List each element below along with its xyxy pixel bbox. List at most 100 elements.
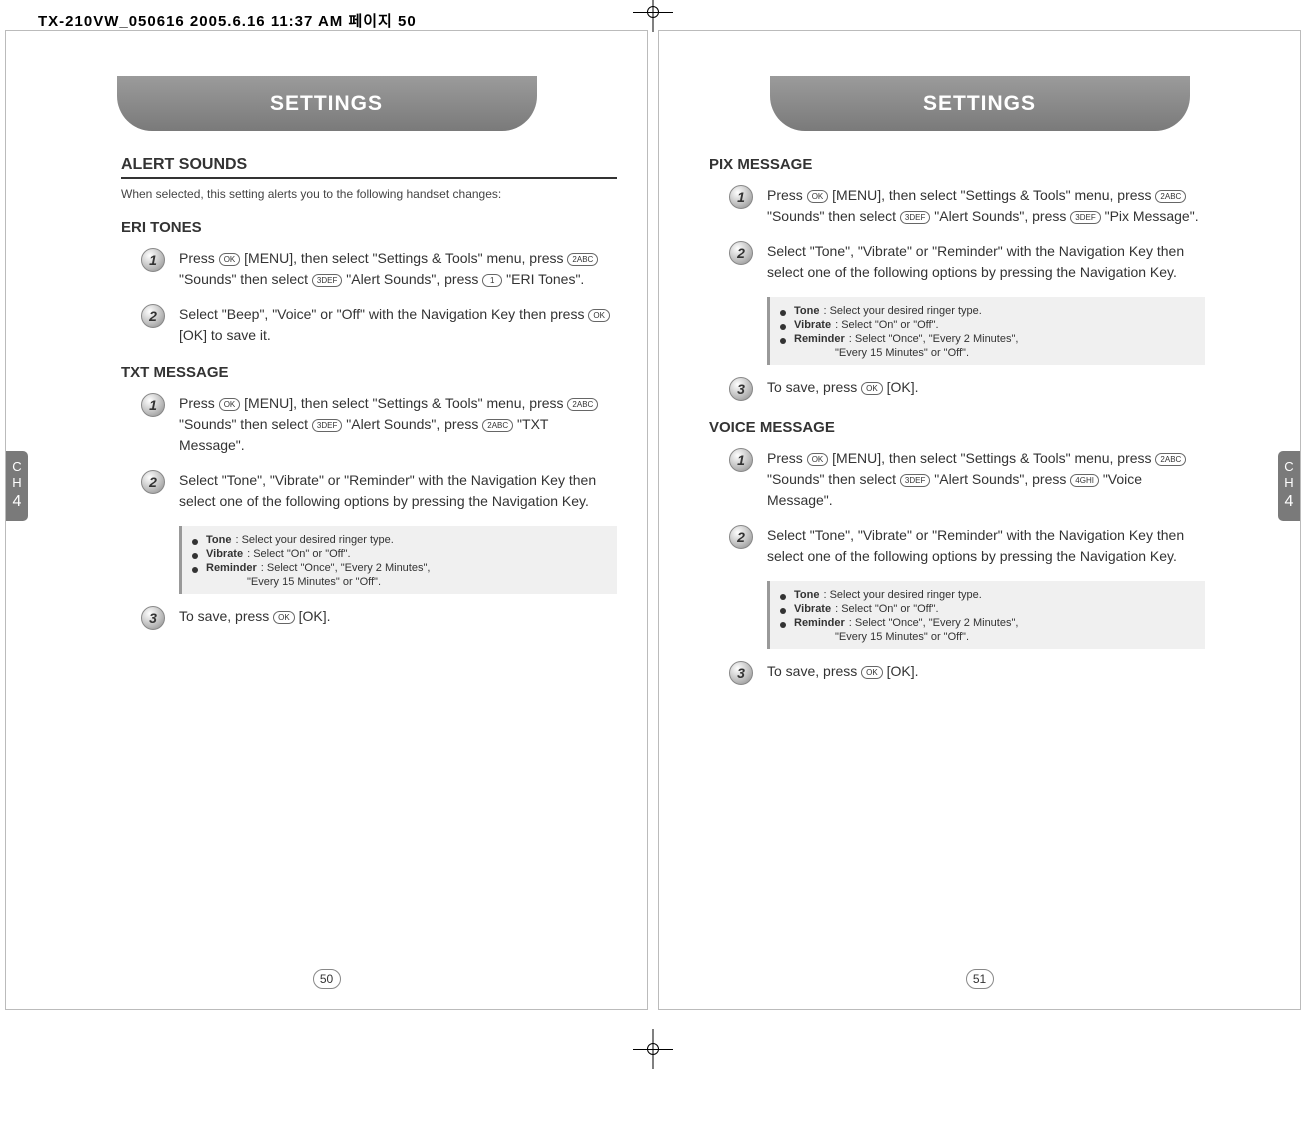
key-2abc-icon: 2ABC — [1155, 190, 1186, 203]
voice-step1-text: Press OK [MENU], then select "Settings &… — [767, 448, 1205, 511]
vibrate-label: Vibrate — [794, 603, 831, 615]
info-reminder: Reminder : Select "Once", "Every 2 Minute… — [780, 333, 1195, 345]
voice-step-1: 1 Press OK [MENU], then select "Settings… — [709, 448, 1205, 511]
eri-step-2: 2 Select "Beep", "Voice" or "Off" with t… — [121, 304, 617, 346]
step-badge-2: 2 — [141, 304, 165, 328]
ok-key-icon: OK — [861, 666, 883, 679]
ch-4: 4 — [13, 492, 22, 511]
tone-text: : Select your desired ringer type. — [823, 305, 981, 317]
pix-step1-text: Press OK [MENU], then select "Settings &… — [767, 185, 1205, 227]
alert-sounds-title: ALERT SOUNDS — [121, 156, 617, 179]
reminder-sub: "Every 15 Minutes" or "Off". — [835, 631, 1195, 643]
page-right: SETTINGS C H 4 PIX MESSAGE 1 Press OK [M… — [658, 30, 1301, 1010]
alert-sounds-subtitle: When selected, this setting alerts you t… — [121, 187, 617, 201]
crop-mark-top — [643, 2, 663, 22]
txt-step-1: 1 Press OK [MENU], then select "Settings… — [121, 393, 617, 456]
vibrate-text: : Select "On" or "Off". — [247, 548, 350, 560]
voice-step2-text: Select "Tone", "Vibrate" or "Reminder" w… — [767, 525, 1205, 567]
pix-step-3: 3 To save, press OK [OK]. — [709, 377, 1205, 401]
reminder-text: : Select "Once", "Every 2 Minutes", — [261, 562, 431, 574]
txt-step1-text: Press OK [MENU], then select "Settings &… — [179, 393, 617, 456]
tone-text: : Select your desired ringer type. — [235, 534, 393, 546]
pix-step-1: 1 Press OK [MENU], then select "Settings… — [709, 185, 1205, 227]
eri-tones-title: ERI TONES — [121, 219, 617, 236]
key-2abc-icon: 2ABC — [1155, 453, 1186, 466]
key-1-icon: 1 — [482, 274, 502, 287]
step-badge-3: 3 — [729, 377, 753, 401]
info-vibrate: Vibrate : Select "On" or "Off". — [192, 548, 607, 560]
page-number-left: 50 — [313, 969, 341, 989]
ch-h: H — [12, 475, 21, 491]
voice-step-2: 2 Select "Tone", "Vibrate" or "Reminder"… — [709, 525, 1205, 567]
pages: SETTINGS C H 4 ALERT SOUNDS When selecte… — [0, 30, 1306, 1010]
ch-4: 4 — [1285, 492, 1294, 511]
voice-info-box: Tone: Select your desired ringer type. V… — [767, 581, 1205, 649]
key-2abc-icon: 2ABC — [482, 419, 513, 432]
step-badge-1: 1 — [141, 393, 165, 417]
ok-key-icon: OK — [273, 611, 295, 624]
chapter-tab-left: C H 4 — [6, 451, 28, 521]
step-badge-2: 2 — [141, 470, 165, 494]
step-badge-2: 2 — [729, 525, 753, 549]
ok-key-icon: OK — [861, 382, 883, 395]
key-2abc-icon: 2ABC — [567, 398, 598, 411]
step-badge-2: 2 — [729, 241, 753, 265]
info-tone: Tone: Select your desired ringer type. — [780, 305, 1195, 317]
pix-message-title: PIX MESSAGE — [709, 156, 1205, 173]
page-number-right: 51 — [966, 969, 994, 989]
txt-step-3: 3 To save, press OK [OK]. — [121, 606, 617, 630]
key-3def-icon: 3DEF — [1070, 211, 1100, 224]
reminder-sub: "Every 15 Minutes" or "Off". — [835, 347, 1195, 359]
bullet-icon — [192, 553, 198, 559]
key-3def-icon: 3DEF — [900, 474, 930, 487]
key-2abc-icon: 2ABC — [567, 253, 598, 266]
right-content: PIX MESSAGE 1 Press OK [MENU], then sele… — [709, 156, 1205, 699]
chapter-tab-right: C H 4 — [1278, 451, 1300, 521]
info-vibrate: Vibrate: Select "On" or "Off". — [780, 603, 1195, 615]
eri-step2-text: Select "Beep", "Voice" or "Off" with the… — [179, 304, 617, 346]
info-reminder: Reminder: Select "Once", "Every 2 Minute… — [780, 617, 1195, 629]
ok-key-icon: OK — [807, 453, 829, 466]
reminder-sub: "Every 15 Minutes" or "Off". — [247, 576, 607, 588]
step-badge-1: 1 — [729, 448, 753, 472]
page-header-left: SETTINGS — [117, 76, 537, 131]
ok-key-icon: OK — [807, 190, 829, 203]
reminder-label: Reminder — [794, 617, 845, 629]
bullet-icon — [780, 338, 786, 344]
tone-label: Tone — [794, 589, 819, 601]
eri-step1-text: Press OK [MENU], then select "Settings &… — [179, 248, 617, 290]
pix-step2-text: Select "Tone", "Vibrate" or "Reminder" w… — [767, 241, 1205, 283]
vibrate-label: Vibrate — [206, 548, 243, 560]
step-badge-3: 3 — [729, 661, 753, 685]
key-3def-icon: 3DEF — [312, 274, 342, 287]
step-badge-1: 1 — [141, 248, 165, 272]
info-tone: Tone : Select your desired ringer type. — [192, 534, 607, 546]
ok-key-icon: OK — [219, 398, 241, 411]
pix-info-box: Tone: Select your desired ringer type. V… — [767, 297, 1205, 365]
txt-info-box: Tone : Select your desired ringer type. V… — [179, 526, 617, 594]
page-header-right: SETTINGS — [770, 76, 1190, 131]
info-tone: Tone: Select your desired ringer type. — [780, 589, 1195, 601]
ok-key-icon: OK — [588, 309, 610, 322]
bullet-icon — [780, 594, 786, 600]
page-left: SETTINGS C H 4 ALERT SOUNDS When selecte… — [5, 30, 648, 1010]
tone-label: Tone — [206, 534, 231, 546]
bullet-icon — [780, 608, 786, 614]
bullet-icon — [780, 324, 786, 330]
voice-step-3: 3 To save, press OK [OK]. — [709, 661, 1205, 685]
crop-mark-bottom — [643, 1039, 663, 1059]
info-reminder: Reminder : Select "Once", "Every 2 Minute… — [192, 562, 607, 574]
reminder-label: Reminder — [206, 562, 257, 574]
ch-h: H — [1284, 475, 1293, 491]
reminder-text: : Select "Once", "Every 2 Minutes", — [849, 333, 1019, 345]
bullet-icon — [780, 622, 786, 628]
step-badge-1: 1 — [729, 185, 753, 209]
bullet-icon — [192, 567, 198, 573]
eri-step-1: 1 Press OK [MENU], then select "Settings… — [121, 248, 617, 290]
pix-step-2: 2 Select "Tone", "Vibrate" or "Reminder"… — [709, 241, 1205, 283]
ch-c: C — [12, 459, 21, 475]
left-content: ALERT SOUNDS When selected, this setting… — [121, 156, 617, 644]
reminder-label: Reminder — [794, 333, 845, 345]
step-badge-3: 3 — [141, 606, 165, 630]
key-3def-icon: 3DEF — [312, 419, 342, 432]
